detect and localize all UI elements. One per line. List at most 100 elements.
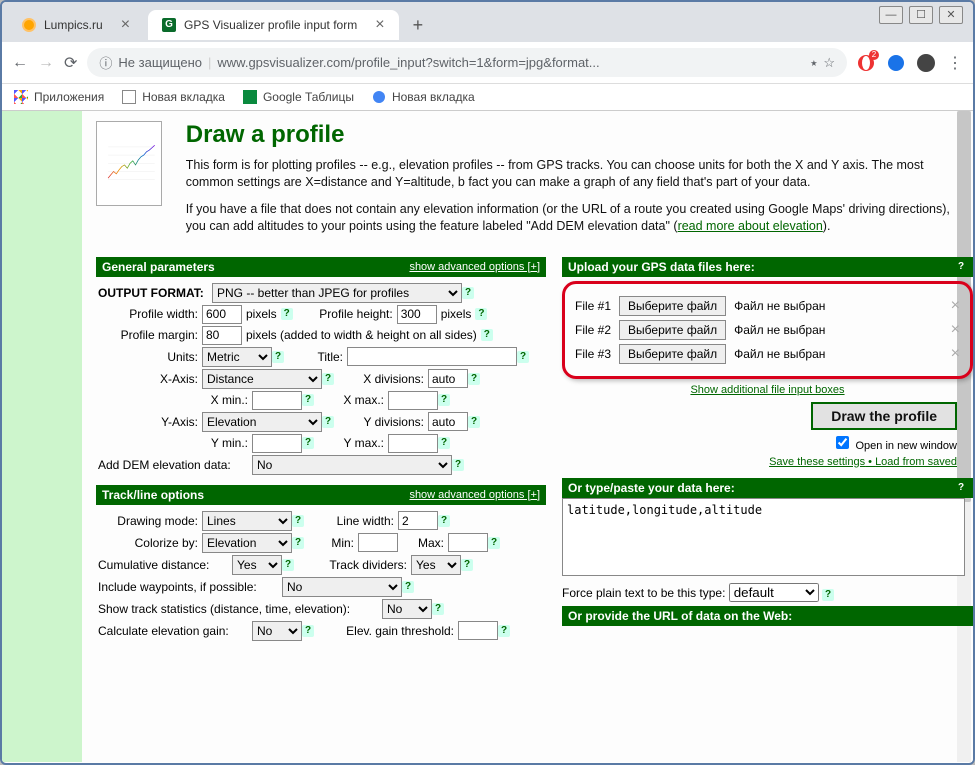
help-icon[interactable]: ? [302,394,314,406]
bookmark-sheets[interactable]: Google Таблицы [243,90,354,104]
cum-select[interactable]: Yes [232,555,282,575]
help-icon[interactable]: ? [302,625,314,637]
cmin-input[interactable] [358,533,398,552]
help-icon[interactable]: ? [282,559,294,571]
maximize-button[interactable]: ☐ [909,6,933,24]
force-type-select[interactable]: default [729,583,819,602]
ymax-input[interactable] [388,434,438,453]
save-settings-link[interactable]: Save these settings [769,456,865,468]
bookmark-newtab-2[interactable]: Новая вкладка [372,90,475,104]
help-icon[interactable]: ? [498,625,510,637]
help-icon[interactable]: ? [475,308,487,320]
paste-textarea[interactable]: latitude,longitude,altitude [562,498,965,576]
help-icon[interactable]: ? [822,589,834,601]
color-select[interactable]: Elevation [202,533,292,553]
xmin-input[interactable] [252,391,302,410]
help-icon[interactable]: ? [955,482,967,494]
draw-area: Draw the profile Open in new window Save… [562,402,973,468]
clear-file-icon[interactable]: × [951,345,960,363]
lwidth-input[interactable] [398,511,438,530]
close-button[interactable]: ✕ [939,6,963,24]
url-field[interactable]: ⓘ Не защищено | www.gpsvisualizer.com/pr… [87,48,847,77]
help-icon[interactable]: ? [292,515,304,527]
translate-icon[interactable]: ⭑ [810,55,817,71]
tab-gpsvisualizer[interactable]: G GPS Visualizer profile input form × [148,10,399,40]
load-settings-link[interactable]: Load from saved [875,456,957,468]
file-status: Файл не выбран [734,323,825,337]
draw-profile-button[interactable]: Draw the profile [811,402,957,430]
bookmark-newtab-1[interactable]: Новая вкладка [122,90,225,104]
units-select[interactable]: Metric [202,347,272,367]
menu-icon[interactable]: ⋮ [947,53,963,73]
clear-file-icon[interactable]: × [951,321,960,339]
opera-ext-icon[interactable] [857,54,875,72]
thresh-input[interactable] [458,621,498,640]
cmax-input[interactable] [448,533,488,552]
height-input[interactable] [397,305,437,324]
elevation-link[interactable]: read more about elevation [678,219,823,233]
xmax-input[interactable] [388,391,438,410]
help-icon[interactable]: ? [461,559,473,571]
wpt-select[interactable]: No [282,577,402,597]
gain-label: Calculate elevation gain: [98,624,248,638]
forward-button[interactable]: → [38,54,54,72]
info-icon[interactable]: ⓘ [99,53,112,72]
width-input[interactable] [202,305,242,324]
help-icon[interactable]: ? [517,351,529,363]
choose-file-button[interactable]: Выберите файл [619,344,726,364]
help-icon[interactable]: ? [302,437,314,449]
tab-close-icon[interactable]: × [121,19,130,31]
ydiv-input[interactable] [428,412,468,431]
bookmark-apps[interactable]: Приложения [14,90,104,104]
margin-input[interactable] [202,326,242,345]
reload-button[interactable]: ⟳ [64,53,77,73]
xaxis-select[interactable]: Distance [202,369,322,389]
help-icon[interactable]: ? [281,308,293,320]
help-icon[interactable]: ? [481,329,493,341]
help-icon[interactable]: ? [272,351,284,363]
help-icon[interactable]: ? [432,603,444,615]
open-new-window-checkbox[interactable] [836,436,849,449]
div-select[interactable]: Yes [411,555,461,575]
avatar-icon[interactable] [917,54,935,72]
tab-close-icon[interactable]: × [375,19,384,31]
show-more-files-link[interactable]: Show additional file input boxes [562,384,973,396]
help-icon[interactable]: ? [468,373,480,385]
yaxis-select[interactable]: Elevation [202,412,322,432]
minimize-button[interactable]: — [879,6,903,24]
help-icon[interactable]: ? [438,515,450,527]
advanced-toggle-track[interactable]: show advanced options [+] [409,489,540,501]
help-icon[interactable]: ? [452,459,464,471]
favicon-lumpics-icon [22,18,36,32]
mode-select[interactable]: Lines [202,511,292,531]
stats-select[interactable]: No [382,599,432,619]
clear-file-icon[interactable]: × [951,297,960,315]
section-general: General parameters show advanced options… [96,257,546,277]
help-icon[interactable]: ? [438,437,450,449]
choose-file-button[interactable]: Выберите файл [619,296,726,316]
tab-lumpics[interactable]: Lumpics.ru × [8,10,144,40]
help-icon[interactable]: ? [488,537,500,549]
xmax-label: X max.: [324,393,384,407]
help-icon[interactable]: ? [955,261,967,273]
back-button[interactable]: ← [12,54,28,72]
xdiv-input[interactable] [428,369,468,388]
output-format-select[interactable]: PNG -- better than JPEG for profiles [212,283,462,303]
star-icon[interactable]: ☆ [823,55,835,71]
dem-select[interactable]: No [252,455,452,475]
help-icon[interactable]: ? [402,581,414,593]
help-icon[interactable]: ? [468,416,480,428]
help-icon[interactable]: ? [292,537,304,549]
advanced-toggle-general[interactable]: show advanced options [+] [409,261,540,273]
help-icon[interactable]: ? [438,394,450,406]
xaxis-label: X-Axis: [98,372,198,386]
title-input[interactable] [347,347,517,366]
choose-file-button[interactable]: Выберите файл [619,320,726,340]
gain-select[interactable]: No [252,621,302,641]
help-icon[interactable]: ? [322,373,334,385]
ymin-input[interactable] [252,434,302,453]
help-icon[interactable]: ? [462,287,474,299]
help-icon[interactable]: ? [322,416,334,428]
globe-ext-icon[interactable] [887,54,905,72]
new-tab-button[interactable]: + [403,15,434,36]
